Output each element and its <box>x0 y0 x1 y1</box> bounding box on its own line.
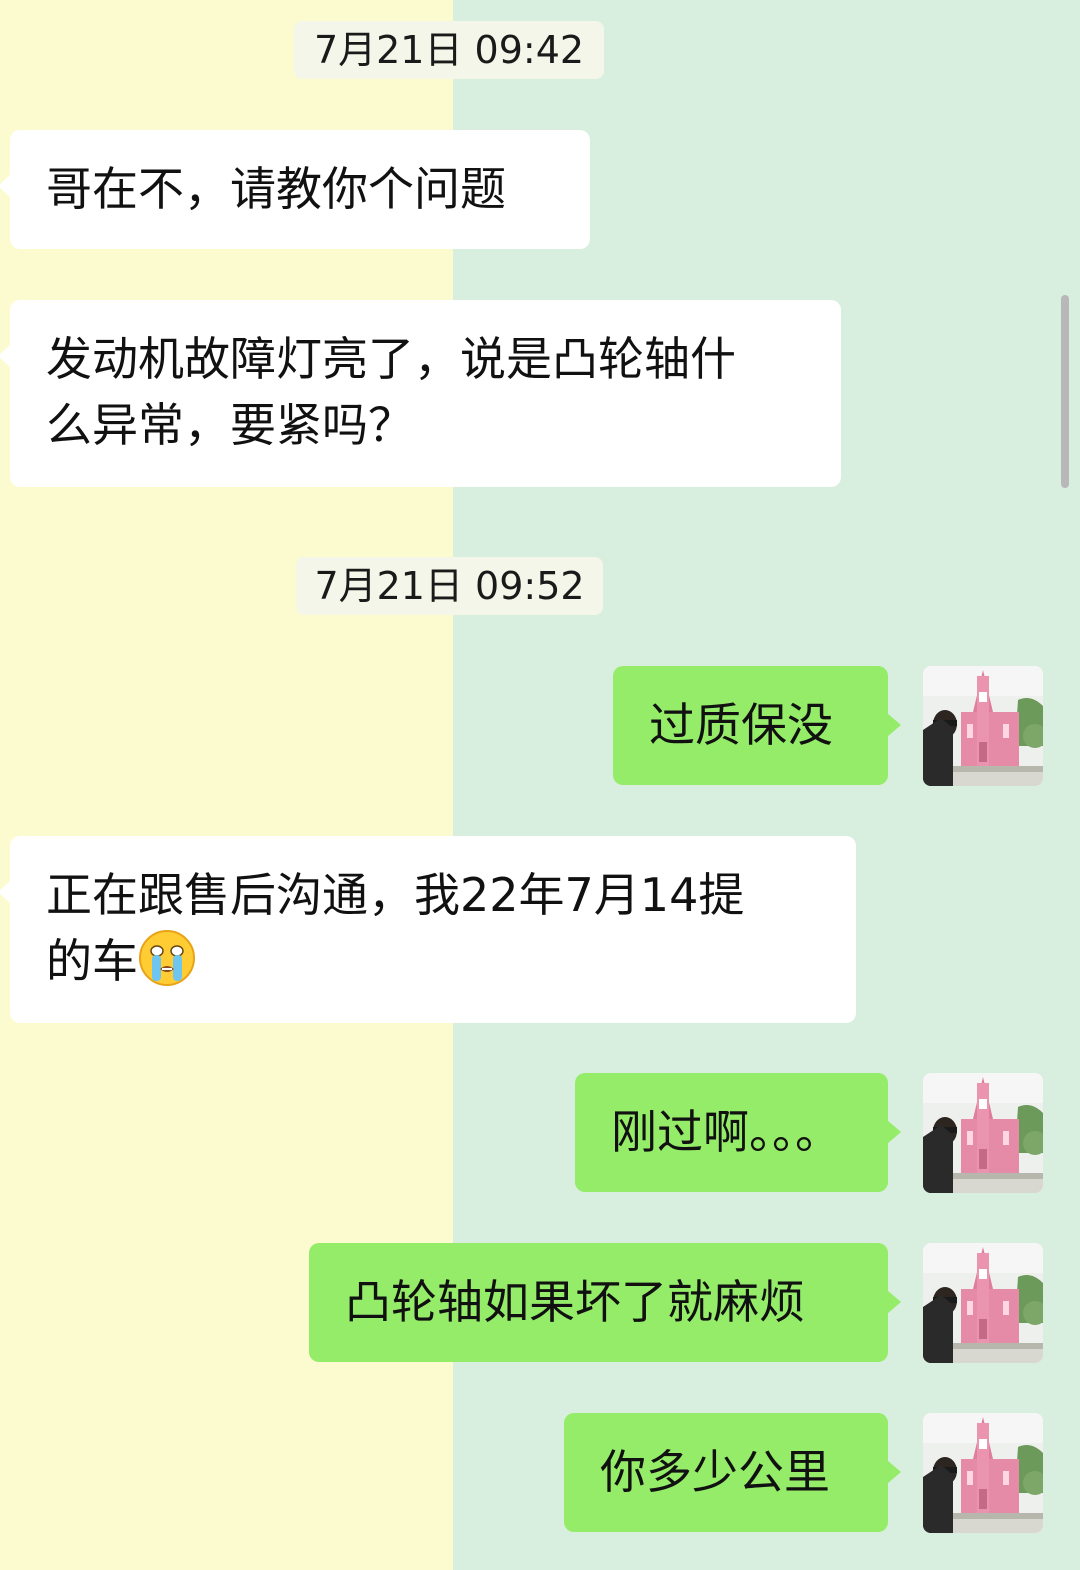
user-avatar[interactable] <box>923 1413 1043 1533</box>
message-timestamp: 7月21日 09:52 <box>296 557 603 615</box>
message-text-line: 正在跟售后沟通，我22年7月14提 <box>46 868 745 922</box>
sent-message-bubble[interactable]: 凸轮轴如果坏了就麻烦 <box>309 1243 901 1362</box>
scrollbar-thumb[interactable] <box>1061 295 1069 488</box>
message-text-line: 的车 <box>46 934 138 988</box>
user-avatar[interactable] <box>923 1243 1043 1363</box>
pink-church-selfie-avatar-icon <box>923 666 1043 786</box>
sent-message-bubble[interactable]: 刚过啊。。。 <box>575 1073 901 1192</box>
sent-message-bubble[interactable]: 过质保没 <box>613 666 901 785</box>
message-text: 哥在不，请教你个问题 <box>46 162 506 216</box>
pink-church-selfie-avatar-icon <box>923 1073 1043 1193</box>
user-avatar[interactable] <box>923 666 1043 786</box>
message-text-line: 发动机故障灯亮了，说是凸轮轴什 <box>46 332 736 386</box>
received-message-bubble[interactable]: 正在跟售后沟通，我22年7月14提 的车 <box>0 836 856 1023</box>
pink-church-selfie-avatar-icon <box>923 1413 1043 1533</box>
received-message-bubble[interactable]: 发动机故障灯亮了，说是凸轮轴什 么异常，要紧吗？ <box>0 300 841 487</box>
message-timestamp: 7月21日 09:42 <box>294 21 604 79</box>
user-avatar[interactable] <box>923 1073 1043 1193</box>
crying-face-emoji-icon <box>139 930 195 986</box>
message-text-line: 么异常，要紧吗？ <box>46 398 414 452</box>
message-text: 你多少公里 <box>600 1445 830 1499</box>
received-message-bubble[interactable]: 哥在不，请教你个问题 <box>0 130 590 249</box>
sent-message-bubble[interactable]: 你多少公里 <box>564 1413 901 1532</box>
message-text: 凸轮轴如果坏了就麻烦 <box>345 1275 805 1329</box>
pink-church-selfie-avatar-icon <box>923 1243 1043 1363</box>
message-text: 刚过啊。。。 <box>611 1105 841 1159</box>
message-text: 过质保没 <box>649 698 833 752</box>
